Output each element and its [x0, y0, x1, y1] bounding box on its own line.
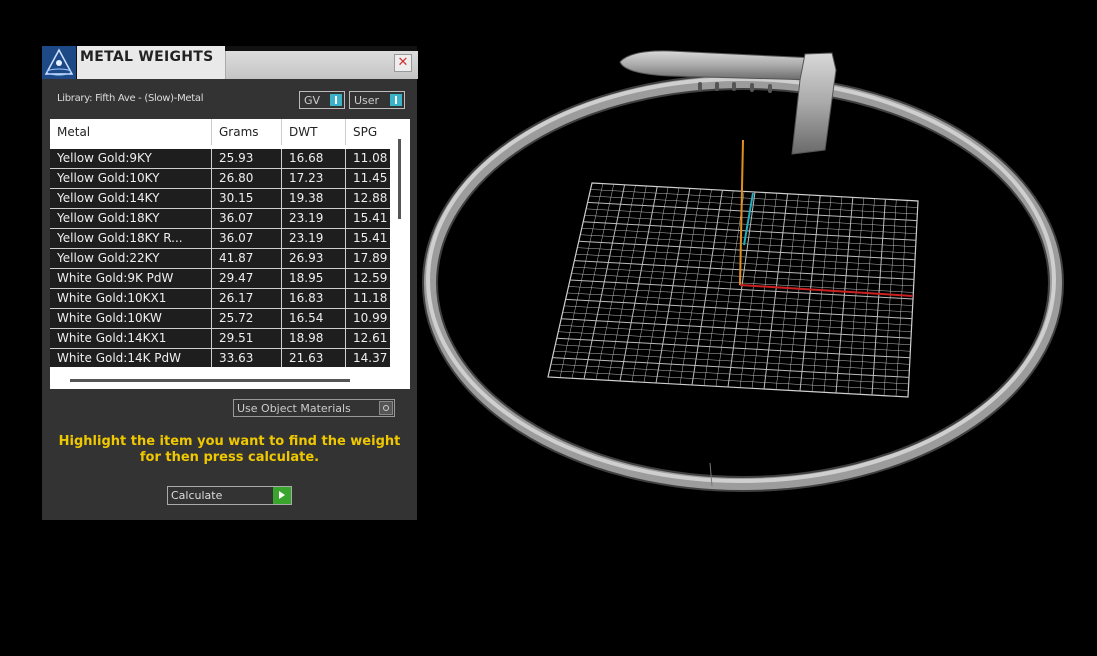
cell-dwt: 16.54 [282, 309, 346, 328]
cell-grams: 29.51 [212, 329, 282, 348]
gv-toggle-label: GV [304, 94, 321, 107]
column-header-spg[interactable]: SPG [346, 119, 390, 145]
metal-weights-panel: METAL WEIGHTS ✕ Library: Fifth Ave - (Sl… [42, 46, 418, 520]
cell-grams: 26.80 [212, 169, 282, 188]
horizontal-scrollbar[interactable] [70, 379, 350, 382]
cell-grams: 33.63 [212, 349, 282, 367]
column-header-metal[interactable]: Metal [50, 119, 212, 145]
table-row[interactable]: Yellow Gold:10KY 26.80 17.23 11.45 [50, 169, 390, 189]
cell-spg: 10.99 [353, 311, 388, 325]
calculate-label: Calculate [171, 489, 223, 502]
gv-toggle[interactable]: GV [299, 91, 345, 109]
cell-grams: 36.07 [212, 209, 282, 228]
table-body: Yellow Gold:9KY 25.93 16.68 11.08 Yellow Gol… [50, 149, 390, 367]
cell-grams: 26.17 [212, 289, 282, 308]
column-header-dwt[interactable]: DWT [282, 119, 346, 145]
vertical-scrollbar[interactable] [398, 139, 401, 219]
nail-bangle-model [422, 50, 1064, 492]
table-row[interactable]: White Gold:14K PdW 33.63 21.63 14.37 [50, 349, 390, 367]
table-row[interactable]: White Gold:14KX1 29.51 18.98 12.61 [50, 329, 390, 349]
close-button[interactable]: ✕ [394, 54, 412, 72]
cell-metal: White Gold:10KX1 [50, 289, 212, 308]
cell-dwt: 18.95 [282, 269, 346, 288]
toggle-switch-icon [330, 94, 342, 106]
cell-metal: Yellow Gold:14KY [50, 189, 212, 208]
cell-spg: 11.18 [353, 291, 388, 305]
table-row[interactable]: Yellow Gold:22KY 41.87 26.93 17.89 [50, 249, 390, 269]
toggle-switch-icon [390, 94, 402, 106]
title-bar: METAL WEIGHTS ✕ [42, 46, 418, 79]
dropdown-button-icon[interactable] [379, 401, 393, 415]
cell-metal: White Gold:14KX1 [50, 329, 212, 348]
cell-dwt: 19.38 [282, 189, 346, 208]
cell-dwt: 26.93 [282, 249, 346, 268]
table-row[interactable]: White Gold:10KW 25.72 16.54 10.99 [50, 309, 390, 329]
cell-spg: 12.59 [353, 271, 388, 285]
viewport-scene [422, 50, 1064, 492]
title-tab-blank [225, 51, 418, 79]
user-toggle-label: User [354, 94, 380, 107]
cell-grams: 25.72 [212, 309, 282, 328]
table-row[interactable]: Yellow Gold:14KY 30.15 19.38 12.88 [50, 189, 390, 209]
cell-spg: 15.41 [353, 231, 388, 245]
cell-metal: White Gold:9K PdW [50, 269, 212, 288]
construction-grid [547, 182, 919, 398]
cell-spg: 17.89 [353, 251, 388, 265]
material-source-dropdown[interactable]: Use Object Materials [233, 399, 395, 417]
cell-dwt: 23.19 [282, 209, 346, 228]
cell-dwt: 21.63 [282, 349, 346, 367]
calculate-button[interactable]: Calculate [167, 486, 292, 505]
table-row[interactable]: White Gold:10KX1 26.17 16.83 11.18 [50, 289, 390, 309]
cell-grams: 30.15 [212, 189, 282, 208]
table-row[interactable]: Yellow Gold:18KY R... 36.07 23.19 15.41 [50, 229, 390, 249]
close-icon: ✕ [397, 55, 409, 70]
cell-metal: Yellow Gold:22KY [50, 249, 212, 268]
cell-metal: Yellow Gold:18KY [50, 209, 212, 228]
cell-dwt: 17.23 [282, 169, 346, 188]
cell-metal: White Gold:10KW [50, 309, 212, 328]
dropdown-label: Use Object Materials [237, 402, 351, 415]
cell-metal: Yellow Gold:10KY [50, 169, 212, 188]
cell-spg: 12.61 [353, 331, 388, 345]
cell-dwt: 16.68 [282, 149, 346, 168]
table-row[interactable]: Yellow Gold:9KY 25.93 16.68 11.08 [50, 149, 390, 169]
cell-spg: 12.88 [353, 191, 388, 205]
metal-table: Metal Grams DWT SPG Yellow Gold:9KY 25.93… [50, 119, 410, 389]
cell-metal: Yellow Gold:9KY [50, 149, 212, 168]
cell-grams: 29.47 [212, 269, 282, 288]
user-toggle[interactable]: User [349, 91, 405, 109]
cell-dwt: 23.19 [282, 229, 346, 248]
cell-dwt: 16.83 [282, 289, 346, 308]
cell-grams: 36.07 [212, 229, 282, 248]
cell-spg: 14.37 [353, 351, 388, 365]
cell-dwt: 18.98 [282, 329, 346, 348]
table-header: Metal Grams DWT SPG [50, 119, 390, 145]
cell-metal: Yellow Gold:18KY R... [50, 229, 212, 248]
instruction-text: Highlight the item you want to find the … [58, 434, 401, 465]
cell-grams: 41.87 [212, 249, 282, 268]
cell-grams: 25.93 [212, 149, 282, 168]
cell-spg: 15.41 [353, 211, 388, 225]
cell-spg: 11.45 [353, 171, 388, 185]
column-header-grams[interactable]: Grams [212, 119, 282, 145]
table-row[interactable]: Yellow Gold:18KY 36.07 23.19 15.41 [50, 209, 390, 229]
table-row[interactable]: White Gold:9K PdW 29.47 18.95 12.59 [50, 269, 390, 289]
3d-viewport[interactable] [420, 40, 1080, 510]
play-icon [273, 487, 291, 504]
app-logo-icon [42, 46, 76, 79]
cell-spg: 11.08 [353, 151, 388, 165]
panel-title: METAL WEIGHTS [80, 49, 214, 65]
cell-metal: White Gold:14K PdW [50, 349, 212, 367]
library-label: Library: Fifth Ave - (Slow)-Metal [57, 93, 204, 104]
